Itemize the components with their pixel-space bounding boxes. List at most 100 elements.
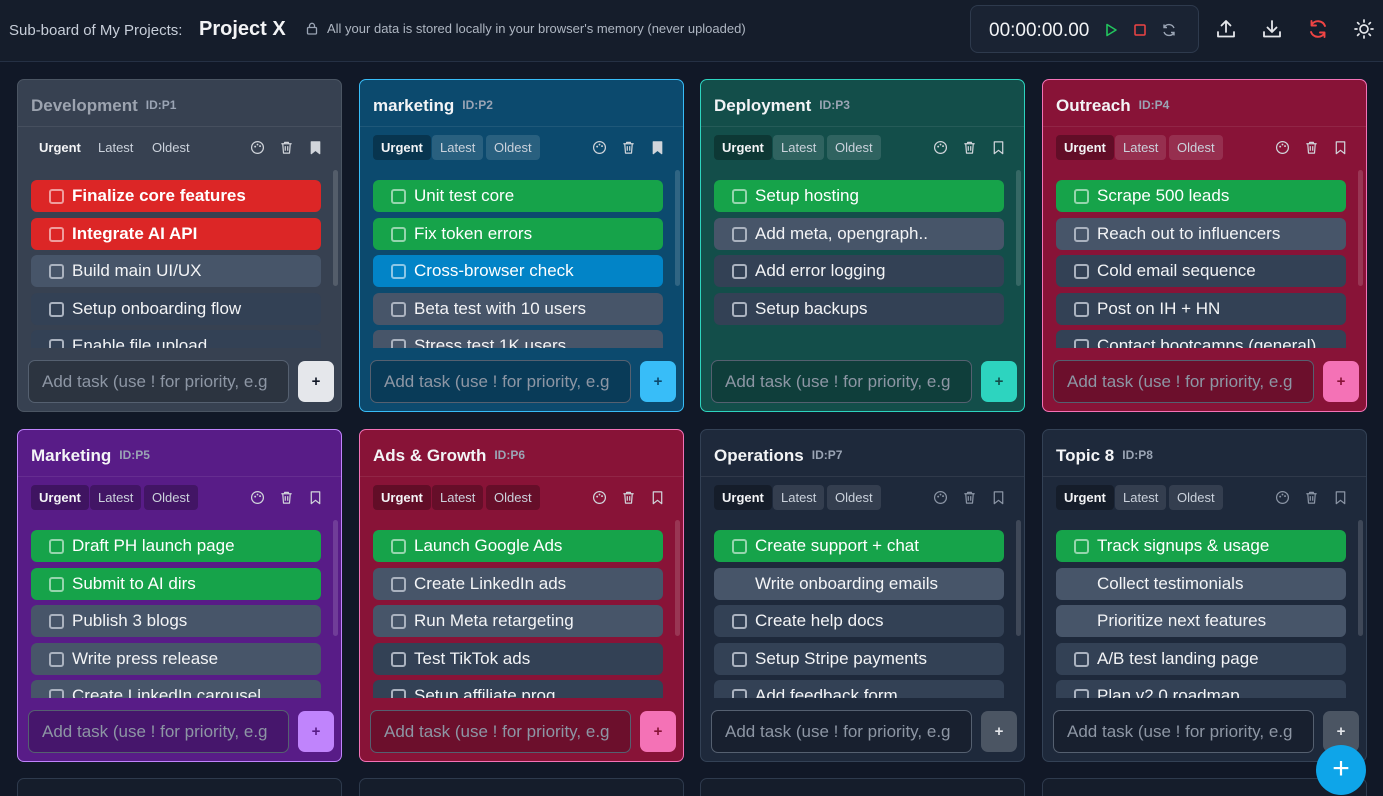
task-checkbox[interactable] bbox=[391, 302, 406, 317]
task-item[interactable]: Add feedback form bbox=[714, 680, 1004, 698]
trash-icon[interactable] bbox=[621, 140, 636, 155]
trash-icon[interactable] bbox=[279, 490, 294, 505]
sort-urgent-button[interactable]: Urgent bbox=[31, 135, 89, 160]
sort-latest-button[interactable]: Latest bbox=[1115, 135, 1167, 160]
add-task-input[interactable]: Add task (use ! for priority, e.g bbox=[370, 360, 631, 403]
download-icon[interactable] bbox=[1261, 18, 1283, 40]
task-item[interactable]: Cold email sequence bbox=[1056, 255, 1346, 287]
scrollbar[interactable] bbox=[1358, 170, 1363, 286]
task-item[interactable]: Build main UI/UX bbox=[31, 255, 321, 287]
scrollbar[interactable] bbox=[1016, 520, 1021, 636]
scrollbar[interactable] bbox=[675, 520, 680, 636]
sync-icon[interactable] bbox=[1307, 18, 1329, 40]
sort-latest-button[interactable]: Latest bbox=[773, 135, 825, 160]
task-item[interactable]: Draft PH launch page bbox=[31, 530, 321, 562]
sort-latest-button[interactable]: Latest bbox=[432, 135, 484, 160]
task-checkbox[interactable] bbox=[391, 577, 406, 592]
bookmark-icon[interactable] bbox=[308, 140, 323, 155]
scrollbar[interactable] bbox=[333, 520, 338, 636]
add-task-input[interactable]: Add task (use ! for priority, e.g bbox=[28, 360, 289, 403]
add-task-button[interactable]: + bbox=[1323, 361, 1359, 402]
task-checkbox[interactable] bbox=[391, 652, 406, 667]
task-item[interactable]: Reach out to influencers bbox=[1056, 218, 1346, 250]
sort-oldest-button[interactable]: Oldest bbox=[827, 485, 881, 510]
task-item[interactable]: Add meta, opengraph.. bbox=[714, 218, 1004, 250]
task-checkbox[interactable] bbox=[732, 264, 747, 279]
reset-icon[interactable] bbox=[1161, 22, 1177, 38]
sort-oldest-button[interactable]: Oldest bbox=[486, 485, 540, 510]
palette-icon[interactable] bbox=[1275, 140, 1290, 155]
palette-icon[interactable] bbox=[933, 490, 948, 505]
task-checkbox[interactable] bbox=[391, 614, 406, 629]
palette-icon[interactable] bbox=[933, 140, 948, 155]
task-item[interactable]: Create LinkedIn ads bbox=[373, 568, 663, 600]
add-task-button[interactable]: + bbox=[981, 711, 1017, 752]
bookmark-icon[interactable] bbox=[991, 490, 1006, 505]
sort-urgent-button[interactable]: Urgent bbox=[373, 135, 431, 160]
task-checkbox[interactable] bbox=[49, 189, 64, 204]
palette-icon[interactable] bbox=[592, 490, 607, 505]
task-checkbox[interactable] bbox=[1074, 539, 1089, 554]
palette-icon[interactable] bbox=[250, 490, 265, 505]
sort-latest-button[interactable]: Latest bbox=[432, 485, 484, 510]
task-item[interactable]: Publish 3 blogs bbox=[31, 605, 321, 637]
add-task-input[interactable]: Add task (use ! for priority, e.g bbox=[711, 710, 972, 753]
task-checkbox[interactable] bbox=[732, 302, 747, 317]
add-task-input[interactable]: Add task (use ! for priority, e.g bbox=[1053, 710, 1314, 753]
palette-icon[interactable] bbox=[250, 140, 265, 155]
task-item[interactable]: Write onboarding emails bbox=[714, 568, 1004, 600]
task-checkbox[interactable] bbox=[1074, 339, 1089, 348]
sort-oldest-button[interactable]: Oldest bbox=[144, 135, 198, 160]
scrollbar[interactable] bbox=[1358, 520, 1363, 636]
task-item[interactable]: Beta test with 10 users bbox=[373, 293, 663, 325]
task-item[interactable]: Setup hosting bbox=[714, 180, 1004, 212]
scrollbar[interactable] bbox=[333, 170, 338, 286]
task-item[interactable]: Setup onboarding flow bbox=[31, 293, 321, 325]
task-item[interactable]: Test TikTok ads bbox=[373, 643, 663, 675]
sort-oldest-button[interactable]: Oldest bbox=[486, 135, 540, 160]
task-checkbox[interactable] bbox=[1074, 302, 1089, 317]
sort-latest-button[interactable]: Latest bbox=[90, 135, 141, 160]
sort-urgent-button[interactable]: Urgent bbox=[1056, 135, 1114, 160]
task-item[interactable]: Create LinkedIn carousel bbox=[31, 680, 321, 698]
task-item[interactable]: Create support + chat bbox=[714, 530, 1004, 562]
task-item[interactable]: Setup affiliate prog bbox=[373, 680, 663, 698]
scrollbar[interactable] bbox=[1016, 170, 1021, 286]
upload-icon[interactable] bbox=[1215, 18, 1237, 40]
add-task-input[interactable]: Add task (use ! for priority, e.g bbox=[28, 710, 289, 753]
task-checkbox[interactable] bbox=[732, 539, 747, 554]
task-checkbox[interactable] bbox=[732, 652, 747, 667]
task-checkbox[interactable] bbox=[391, 339, 406, 348]
task-checkbox[interactable] bbox=[49, 264, 64, 279]
add-task-input[interactable]: Add task (use ! for priority, e.g bbox=[1053, 360, 1314, 403]
task-checkbox[interactable] bbox=[49, 577, 64, 592]
task-item[interactable]: Scrape 500 leads bbox=[1056, 180, 1346, 212]
add-task-input[interactable]: Add task (use ! for priority, e.g bbox=[711, 360, 972, 403]
task-item[interactable]: Submit to AI dirs bbox=[31, 568, 321, 600]
task-checkbox[interactable] bbox=[49, 302, 64, 317]
trash-icon[interactable] bbox=[279, 140, 294, 155]
task-checkbox[interactable] bbox=[1074, 264, 1089, 279]
trash-icon[interactable] bbox=[1304, 140, 1319, 155]
task-checkbox[interactable] bbox=[732, 227, 747, 242]
task-item[interactable]: Run Meta retargeting bbox=[373, 605, 663, 637]
sort-latest-button[interactable]: Latest bbox=[1115, 485, 1167, 510]
task-item[interactable]: Unit test core bbox=[373, 180, 663, 212]
palette-icon[interactable] bbox=[592, 140, 607, 155]
task-checkbox[interactable] bbox=[1074, 227, 1089, 242]
sort-urgent-button[interactable]: Urgent bbox=[373, 485, 431, 510]
sort-urgent-button[interactable]: Urgent bbox=[714, 135, 772, 160]
trash-icon[interactable] bbox=[621, 490, 636, 505]
sort-oldest-button[interactable]: Oldest bbox=[144, 485, 198, 510]
task-checkbox[interactable] bbox=[49, 539, 64, 554]
task-item[interactable]: Create help docs bbox=[714, 605, 1004, 637]
add-board-button[interactable]: + bbox=[1316, 745, 1366, 795]
play-icon[interactable] bbox=[1103, 22, 1119, 38]
task-item[interactable]: A/B test landing page bbox=[1056, 643, 1346, 675]
sort-urgent-button[interactable]: Urgent bbox=[1056, 485, 1114, 510]
task-item[interactable]: Track signups & usage bbox=[1056, 530, 1346, 562]
task-checkbox[interactable] bbox=[732, 189, 747, 204]
add-task-input[interactable]: Add task (use ! for priority, e.g bbox=[370, 710, 631, 753]
task-item[interactable]: Add error logging bbox=[714, 255, 1004, 287]
sort-oldest-button[interactable]: Oldest bbox=[1169, 485, 1223, 510]
